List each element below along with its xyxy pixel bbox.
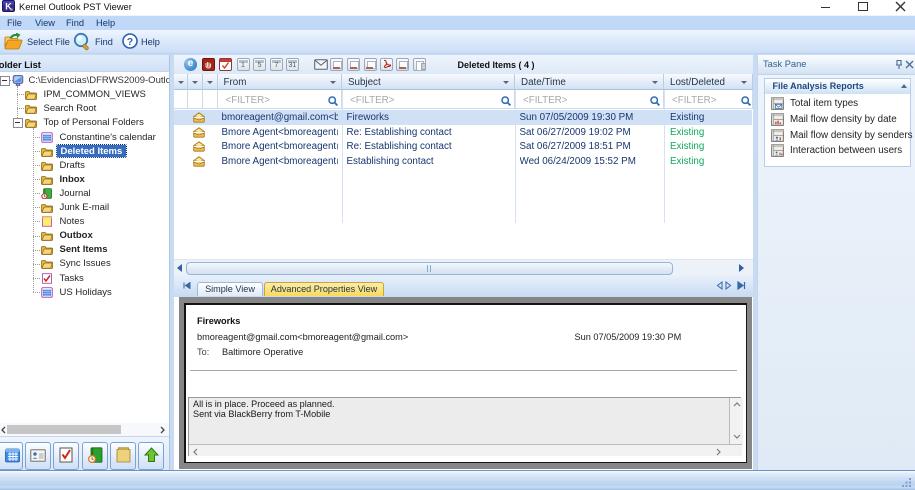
- svg-text:?: ?: [127, 36, 133, 48]
